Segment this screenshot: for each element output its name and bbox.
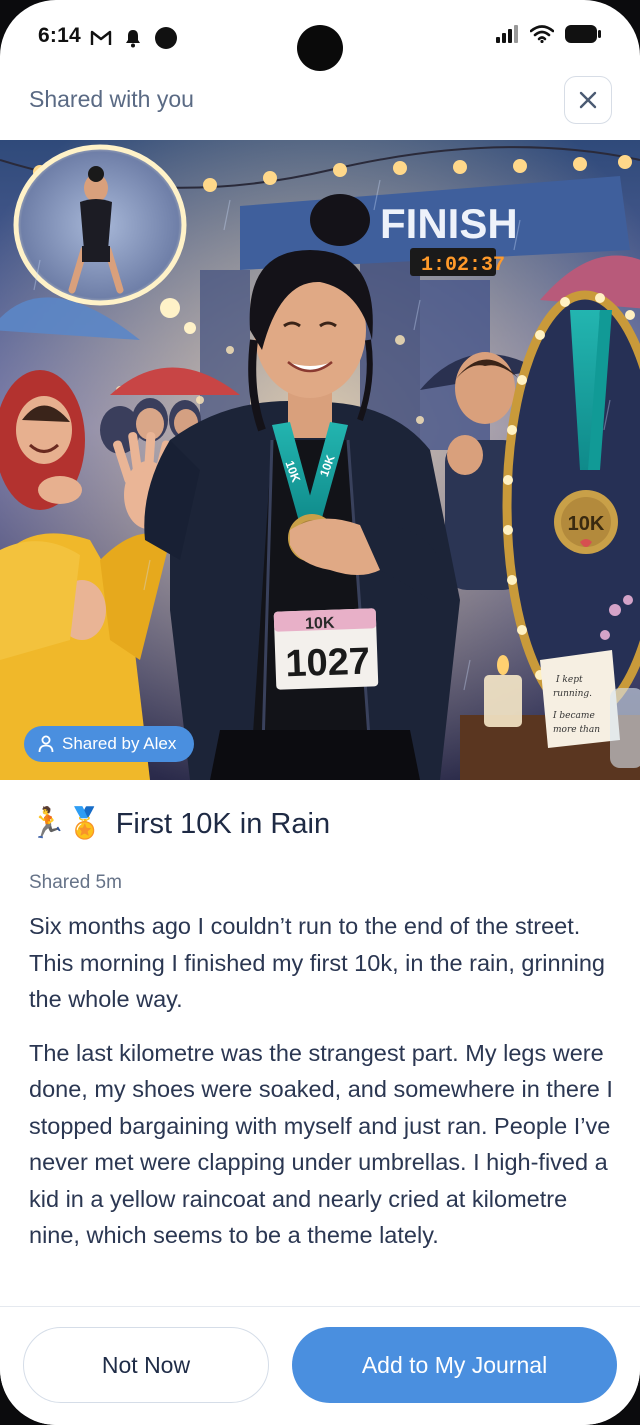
phone-screen: 6:14 Shared with you FINISH 1:02:37 10K …	[0, 0, 640, 1425]
note-line-1: I kept	[555, 675, 583, 685]
bib-number: 1027	[285, 640, 371, 685]
signal-icon	[496, 25, 518, 43]
post-timestamp: Shared 5m	[29, 872, 122, 893]
bell-icon	[126, 30, 140, 48]
marathon-illustration: FINISH 1:02:37 10K 10K 10K 1027 10K I ke…	[0, 140, 640, 780]
dot-icon	[155, 27, 177, 49]
shared-by-badge: Shared by Alex	[24, 726, 195, 762]
front-camera	[297, 25, 343, 71]
post-title-row: 🏃🏅 First 10K in Rain	[29, 804, 330, 844]
user-icon	[38, 735, 54, 753]
sheet-header: Shared with you	[0, 76, 640, 140]
finish-banner-text: FINISH	[380, 200, 518, 247]
status-time: 6:14	[38, 24, 81, 47]
status-bar: 6:14	[0, 0, 640, 76]
post-body: Six months ago I couldn’t run to the end…	[29, 908, 621, 1254]
close-icon	[579, 91, 597, 109]
action-footer: Not Now Add to My Journal	[0, 1306, 640, 1425]
runner-medal-emoji: 🏃🏅	[29, 807, 104, 840]
note-line-2: running.	[553, 689, 592, 699]
mirror-medal-text: 10K	[568, 513, 605, 535]
header-title: Shared with you	[29, 86, 194, 112]
gmail-icon	[90, 30, 112, 45]
wifi-icon	[530, 25, 554, 43]
note-line-4: more than	[553, 725, 600, 735]
race-clock: 1:02:37	[421, 254, 505, 277]
battery-icon	[565, 25, 601, 43]
not-now-button[interactable]: Not Now	[23, 1327, 269, 1403]
note-line-3: I became	[552, 711, 595, 721]
post-paragraph: The last kilometre was the strangest par…	[29, 1039, 613, 1249]
shared-by-label: Shared by Alex	[62, 734, 177, 753]
hero-image: FINISH 1:02:37 10K 10K 10K 1027 10K I ke…	[0, 140, 640, 780]
post-paragraph: Six months ago I couldn’t run to the end…	[29, 913, 606, 1012]
bib-distance: 10K	[305, 615, 335, 633]
status-right-icons	[496, 24, 602, 44]
status-left-icons	[90, 26, 178, 50]
post-title: First 10K in Rain	[115, 807, 331, 840]
close-button[interactable]	[564, 76, 612, 124]
add-to-journal-button[interactable]: Add to My Journal	[292, 1327, 617, 1403]
